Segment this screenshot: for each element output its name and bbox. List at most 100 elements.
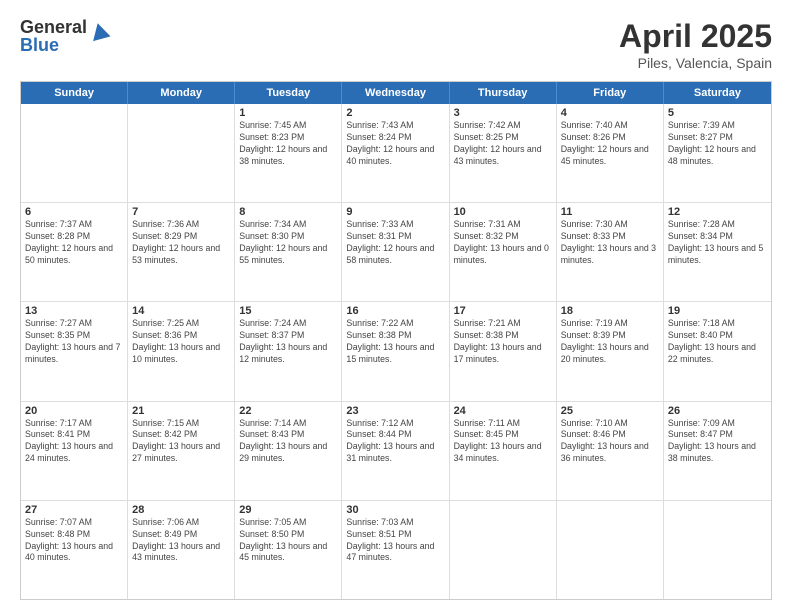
cell-info: Sunrise: 7:31 AMSunset: 8:32 PMDaylight:… bbox=[454, 219, 552, 267]
logo-general: General bbox=[20, 18, 87, 36]
table-row: 3Sunrise: 7:42 AMSunset: 8:25 PMDaylight… bbox=[450, 104, 557, 202]
cal-week-5: 27Sunrise: 7:07 AMSunset: 8:48 PMDayligh… bbox=[21, 500, 771, 599]
table-row bbox=[557, 501, 664, 599]
cell-info: Sunrise: 7:24 AMSunset: 8:37 PMDaylight:… bbox=[239, 318, 337, 366]
header-thursday: Thursday bbox=[450, 82, 557, 104]
title-main: April 2025 bbox=[619, 18, 772, 55]
table-row: 7Sunrise: 7:36 AMSunset: 8:29 PMDaylight… bbox=[128, 203, 235, 301]
cell-day: 2 bbox=[346, 107, 444, 119]
cal-week-4: 20Sunrise: 7:17 AMSunset: 8:41 PMDayligh… bbox=[21, 401, 771, 500]
logo: General Blue bbox=[20, 18, 111, 54]
cell-info: Sunrise: 7:27 AMSunset: 8:35 PMDaylight:… bbox=[25, 318, 123, 366]
header-sunday: Sunday bbox=[21, 82, 128, 104]
table-row: 17Sunrise: 7:21 AMSunset: 8:38 PMDayligh… bbox=[450, 302, 557, 400]
cell-info: Sunrise: 7:28 AMSunset: 8:34 PMDaylight:… bbox=[668, 219, 767, 267]
cell-info: Sunrise: 7:14 AMSunset: 8:43 PMDaylight:… bbox=[239, 418, 337, 466]
cell-info: Sunrise: 7:18 AMSunset: 8:40 PMDaylight:… bbox=[668, 318, 767, 366]
logo-icon bbox=[89, 21, 111, 43]
table-row: 5Sunrise: 7:39 AMSunset: 8:27 PMDaylight… bbox=[664, 104, 771, 202]
table-row: 12Sunrise: 7:28 AMSunset: 8:34 PMDayligh… bbox=[664, 203, 771, 301]
cell-day: 12 bbox=[668, 206, 767, 218]
table-row: 23Sunrise: 7:12 AMSunset: 8:44 PMDayligh… bbox=[342, 402, 449, 500]
cell-info: Sunrise: 7:36 AMSunset: 8:29 PMDaylight:… bbox=[132, 219, 230, 267]
cell-day: 21 bbox=[132, 405, 230, 417]
table-row: 27Sunrise: 7:07 AMSunset: 8:48 PMDayligh… bbox=[21, 501, 128, 599]
table-row bbox=[128, 104, 235, 202]
cell-info: Sunrise: 7:40 AMSunset: 8:26 PMDaylight:… bbox=[561, 120, 659, 168]
table-row: 30Sunrise: 7:03 AMSunset: 8:51 PMDayligh… bbox=[342, 501, 449, 599]
cell-day: 24 bbox=[454, 405, 552, 417]
table-row: 10Sunrise: 7:31 AMSunset: 8:32 PMDayligh… bbox=[450, 203, 557, 301]
cell-day: 13 bbox=[25, 305, 123, 317]
cell-info: Sunrise: 7:25 AMSunset: 8:36 PMDaylight:… bbox=[132, 318, 230, 366]
table-row: 2Sunrise: 7:43 AMSunset: 8:24 PMDaylight… bbox=[342, 104, 449, 202]
cell-day: 3 bbox=[454, 107, 552, 119]
table-row: 25Sunrise: 7:10 AMSunset: 8:46 PMDayligh… bbox=[557, 402, 664, 500]
cell-day: 11 bbox=[561, 206, 659, 218]
cell-day: 4 bbox=[561, 107, 659, 119]
cell-day: 25 bbox=[561, 405, 659, 417]
cell-day: 18 bbox=[561, 305, 659, 317]
table-row: 22Sunrise: 7:14 AMSunset: 8:43 PMDayligh… bbox=[235, 402, 342, 500]
table-row: 15Sunrise: 7:24 AMSunset: 8:37 PMDayligh… bbox=[235, 302, 342, 400]
cell-info: Sunrise: 7:34 AMSunset: 8:30 PMDaylight:… bbox=[239, 219, 337, 267]
cell-info: Sunrise: 7:03 AMSunset: 8:51 PMDaylight:… bbox=[346, 517, 444, 565]
cell-info: Sunrise: 7:15 AMSunset: 8:42 PMDaylight:… bbox=[132, 418, 230, 466]
cell-day: 29 bbox=[239, 504, 337, 516]
header-friday: Friday bbox=[557, 82, 664, 104]
table-row: 20Sunrise: 7:17 AMSunset: 8:41 PMDayligh… bbox=[21, 402, 128, 500]
header-tuesday: Tuesday bbox=[235, 82, 342, 104]
cell-day: 28 bbox=[132, 504, 230, 516]
cell-info: Sunrise: 7:17 AMSunset: 8:41 PMDaylight:… bbox=[25, 418, 123, 466]
calendar-header: Sunday Monday Tuesday Wednesday Thursday… bbox=[21, 82, 771, 104]
cal-week-3: 13Sunrise: 7:27 AMSunset: 8:35 PMDayligh… bbox=[21, 301, 771, 400]
table-row: 28Sunrise: 7:06 AMSunset: 8:49 PMDayligh… bbox=[128, 501, 235, 599]
table-row: 18Sunrise: 7:19 AMSunset: 8:39 PMDayligh… bbox=[557, 302, 664, 400]
cell-day: 7 bbox=[132, 206, 230, 218]
cell-info: Sunrise: 7:33 AMSunset: 8:31 PMDaylight:… bbox=[346, 219, 444, 267]
table-row: 19Sunrise: 7:18 AMSunset: 8:40 PMDayligh… bbox=[664, 302, 771, 400]
cell-day: 20 bbox=[25, 405, 123, 417]
cell-info: Sunrise: 7:06 AMSunset: 8:49 PMDaylight:… bbox=[132, 517, 230, 565]
cell-info: Sunrise: 7:43 AMSunset: 8:24 PMDaylight:… bbox=[346, 120, 444, 168]
table-row: 1Sunrise: 7:45 AMSunset: 8:23 PMDaylight… bbox=[235, 104, 342, 202]
title-block: April 2025 Piles, Valencia, Spain bbox=[619, 18, 772, 71]
header: General Blue April 2025 Piles, Valencia,… bbox=[20, 18, 772, 71]
table-row bbox=[664, 501, 771, 599]
header-monday: Monday bbox=[128, 82, 235, 104]
cell-info: Sunrise: 7:09 AMSunset: 8:47 PMDaylight:… bbox=[668, 418, 767, 466]
cell-info: Sunrise: 7:10 AMSunset: 8:46 PMDaylight:… bbox=[561, 418, 659, 466]
cell-day: 5 bbox=[668, 107, 767, 119]
calendar-body: 1Sunrise: 7:45 AMSunset: 8:23 PMDaylight… bbox=[21, 104, 771, 599]
header-saturday: Saturday bbox=[664, 82, 771, 104]
cell-info: Sunrise: 7:39 AMSunset: 8:27 PMDaylight:… bbox=[668, 120, 767, 168]
table-row: 6Sunrise: 7:37 AMSunset: 8:28 PMDaylight… bbox=[21, 203, 128, 301]
cell-day: 8 bbox=[239, 206, 337, 218]
cell-info: Sunrise: 7:42 AMSunset: 8:25 PMDaylight:… bbox=[454, 120, 552, 168]
cell-day: 23 bbox=[346, 405, 444, 417]
cell-info: Sunrise: 7:05 AMSunset: 8:50 PMDaylight:… bbox=[239, 517, 337, 565]
cal-week-1: 1Sunrise: 7:45 AMSunset: 8:23 PMDaylight… bbox=[21, 104, 771, 202]
cell-day: 10 bbox=[454, 206, 552, 218]
logo-blue: Blue bbox=[20, 36, 87, 54]
cell-day: 9 bbox=[346, 206, 444, 218]
cell-day: 6 bbox=[25, 206, 123, 218]
title-sub: Piles, Valencia, Spain bbox=[619, 55, 772, 71]
cell-info: Sunrise: 7:30 AMSunset: 8:33 PMDaylight:… bbox=[561, 219, 659, 267]
table-row: 26Sunrise: 7:09 AMSunset: 8:47 PMDayligh… bbox=[664, 402, 771, 500]
header-wednesday: Wednesday bbox=[342, 82, 449, 104]
cell-day: 16 bbox=[346, 305, 444, 317]
table-row: 24Sunrise: 7:11 AMSunset: 8:45 PMDayligh… bbox=[450, 402, 557, 500]
calendar: Sunday Monday Tuesday Wednesday Thursday… bbox=[20, 81, 772, 600]
cell-day: 17 bbox=[454, 305, 552, 317]
cell-info: Sunrise: 7:07 AMSunset: 8:48 PMDaylight:… bbox=[25, 517, 123, 565]
table-row: 21Sunrise: 7:15 AMSunset: 8:42 PMDayligh… bbox=[128, 402, 235, 500]
cell-info: Sunrise: 7:22 AMSunset: 8:38 PMDaylight:… bbox=[346, 318, 444, 366]
cell-day: 1 bbox=[239, 107, 337, 119]
table-row bbox=[450, 501, 557, 599]
table-row: 16Sunrise: 7:22 AMSunset: 8:38 PMDayligh… bbox=[342, 302, 449, 400]
logo-text: General Blue bbox=[20, 18, 87, 54]
table-row: 13Sunrise: 7:27 AMSunset: 8:35 PMDayligh… bbox=[21, 302, 128, 400]
cell-info: Sunrise: 7:45 AMSunset: 8:23 PMDaylight:… bbox=[239, 120, 337, 168]
page: General Blue April 2025 Piles, Valencia,… bbox=[0, 0, 792, 612]
